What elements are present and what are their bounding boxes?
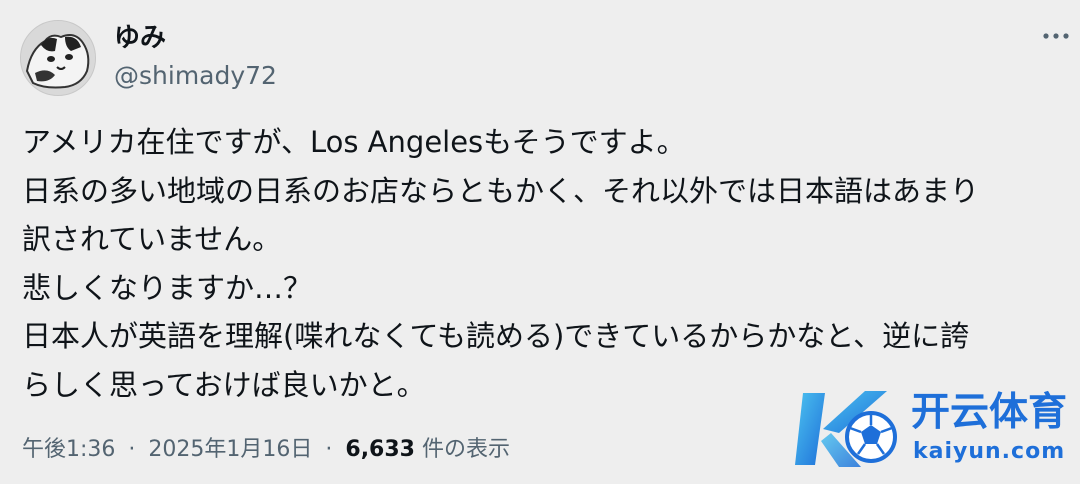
tweet-text-line: アメリカ在住ですが、Los Angelesもそうですよ。 (22, 125, 686, 159)
watermark-latin-text: kaiyun.com (913, 439, 1066, 464)
tweet-text-line: 悲しくなりますか…？ (22, 270, 313, 305)
meta-separator: · (128, 437, 136, 462)
tweet-time[interactable]: 午後1:36 (22, 437, 115, 462)
tweet-text-line: 日系の多い地域の日系のお店ならともかく、それ以外では日本語はあまり (22, 173, 980, 208)
tweet-text: アメリカ在住ですが、Los Angelesもそうですよ。 日系の多い地域の日系の… (22, 118, 1080, 409)
avatar[interactable] (20, 20, 96, 96)
tweet-card: ゆみ @shimady72 アメリカ在住ですが、Los Angelesもそうです… (0, 0, 1080, 484)
tweet-date[interactable]: 2025年1月16日 (148, 437, 312, 462)
more-horizontal-icon[interactable] (1036, 22, 1076, 50)
tweet-text-line: 訳されていません。 (22, 222, 282, 256)
tweet-meta: 午後1:36 · 2025年1月16日 · 6,633 件の表示 (22, 434, 510, 466)
meta-separator: · (325, 437, 333, 462)
tweet-text-line: 日本人が英語を理解(喋れなくても読める)できているからかなと、逆に誇 (22, 319, 970, 353)
views-count[interactable]: 6,633 (345, 437, 415, 462)
watermark-cn-text: 开云体育 (911, 390, 1068, 435)
watermark-logo: 开云体育 kaiyun.com (795, 383, 1075, 475)
author-handle[interactable]: @shimady72 (114, 59, 277, 93)
author-display-name[interactable]: ゆみ (114, 21, 166, 55)
views-label: 件の表示 (421, 437, 510, 462)
